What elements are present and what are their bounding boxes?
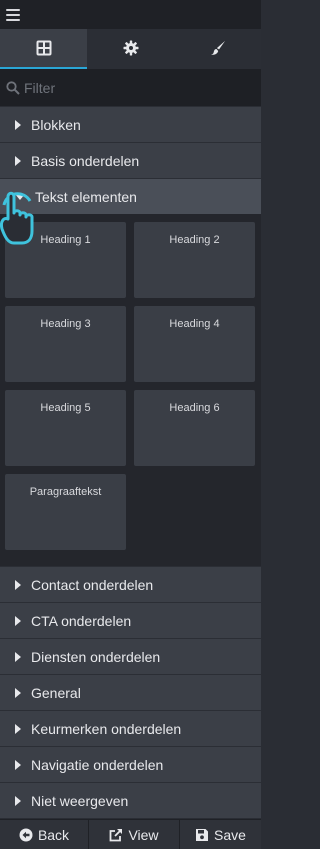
tab-blocks[interactable] bbox=[0, 29, 87, 69]
caret-right-icon bbox=[15, 651, 21, 662]
caret-right-icon bbox=[15, 615, 21, 626]
caret-right-icon bbox=[15, 579, 21, 590]
category-label: Diensten onderdelen bbox=[31, 648, 161, 665]
menu-icon[interactable] bbox=[6, 8, 20, 21]
view-button[interactable]: View bbox=[88, 820, 179, 849]
category-navigatie-onderdelen[interactable]: Navigatie onderdelen bbox=[0, 746, 261, 782]
block-label: Heading 6 bbox=[169, 402, 220, 414]
tab-styles[interactable] bbox=[174, 29, 261, 69]
category-general[interactable]: General bbox=[0, 674, 261, 710]
caret-right-icon bbox=[15, 155, 21, 166]
category-label: General bbox=[31, 684, 81, 701]
back-button[interactable]: Back bbox=[0, 820, 88, 849]
category-keurmerken-onderdelen[interactable]: Keurmerken onderdelen bbox=[0, 710, 261, 746]
block-heading-2[interactable]: Heading 2 bbox=[134, 222, 255, 298]
back-label: Back bbox=[37, 826, 70, 843]
gear-icon bbox=[123, 40, 138, 56]
category-contact-onderdelen[interactable]: Contact onderdelen bbox=[0, 566, 261, 602]
category-label: Niet weergeven bbox=[31, 792, 129, 809]
category-label: Navigatie onderdelen bbox=[31, 756, 164, 773]
category-niet-weergeven[interactable]: Niet weergeven bbox=[0, 782, 261, 818]
footer-bar: Back View Save bbox=[0, 819, 261, 849]
tab-settings[interactable] bbox=[87, 29, 174, 69]
category-label: Basis onderdelen bbox=[31, 152, 140, 169]
category-label: Tekst elementen bbox=[35, 188, 137, 205]
block-heading-1[interactable]: Heading 1 bbox=[5, 222, 126, 298]
block-label: Heading 3 bbox=[40, 318, 91, 330]
block-heading-6[interactable]: Heading 6 bbox=[134, 390, 255, 466]
category-blokken[interactable]: Blokken bbox=[0, 106, 261, 142]
view-label: View bbox=[128, 826, 159, 843]
caret-right-icon bbox=[15, 759, 21, 770]
block-heading-3[interactable]: Heading 3 bbox=[5, 306, 126, 382]
caret-down-icon bbox=[15, 193, 25, 200]
save-button[interactable]: Save bbox=[179, 820, 261, 849]
block-label: Heading 1 bbox=[40, 234, 91, 246]
block-label: Paragraaftekst bbox=[29, 486, 102, 498]
search-icon bbox=[6, 80, 20, 95]
filter-bar bbox=[0, 69, 261, 106]
top-bar bbox=[0, 0, 261, 29]
block-heading-4[interactable]: Heading 4 bbox=[134, 306, 255, 382]
external-link-icon bbox=[110, 828, 123, 841]
caret-right-icon bbox=[15, 119, 21, 130]
save-label: Save bbox=[214, 826, 246, 843]
caret-right-icon bbox=[15, 795, 21, 806]
caret-right-icon bbox=[15, 687, 21, 698]
category-tekst-elementen[interactable]: Tekst elementen bbox=[0, 178, 261, 214]
category-label: Contact onderdelen bbox=[31, 576, 154, 593]
category-cta-onderdelen[interactable]: CTA onderdelen bbox=[0, 602, 261, 638]
category-label: Keurmerken onderdelen bbox=[31, 720, 182, 737]
category-label: CTA onderdelen bbox=[31, 612, 132, 629]
block-label: Heading 5 bbox=[40, 402, 91, 414]
panel-tabs bbox=[0, 29, 261, 69]
block-label: Heading 2 bbox=[169, 234, 220, 246]
caret-right-icon bbox=[15, 723, 21, 734]
category-diensten-onderdelen[interactable]: Diensten onderdelen bbox=[0, 638, 261, 674]
block-label: Heading 4 bbox=[169, 318, 220, 330]
brush-icon bbox=[210, 41, 225, 55]
floppy-disk-icon bbox=[196, 828, 209, 841]
block-paragraaftekst[interactable]: Paragraaftekst bbox=[5, 474, 126, 550]
grid-icon bbox=[36, 40, 51, 56]
category-basis-onderdelen[interactable]: Basis onderdelen bbox=[0, 142, 261, 178]
editor-sidebar: Blokken Basis onderdelen Tekst elementen… bbox=[0, 0, 261, 849]
filter-input[interactable] bbox=[24, 79, 244, 96]
category-label: Blokken bbox=[31, 116, 81, 133]
block-heading-5[interactable]: Heading 5 bbox=[5, 390, 126, 466]
block-grid: Heading 1 Heading 2 Heading 3 Heading 4 … bbox=[0, 214, 261, 566]
back-arrow-icon bbox=[19, 828, 33, 841]
